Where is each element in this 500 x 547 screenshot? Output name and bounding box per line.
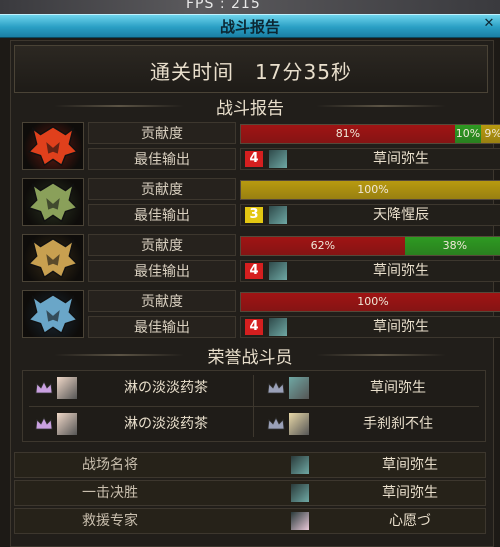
- avatar: [57, 377, 77, 399]
- award-row: 一击决胜 草间弥生: [14, 480, 486, 506]
- award-player-name: 草间弥生: [382, 457, 438, 473]
- best-output-label: 最佳输出: [88, 316, 236, 338]
- contribution-segment: 100%: [241, 181, 500, 199]
- award-label: 战场名将: [82, 457, 138, 473]
- best-output-label: 最佳输出: [88, 148, 236, 170]
- ornament-left: [54, 354, 184, 356]
- blue-horned-helmet-icon: [22, 290, 84, 338]
- report-row: 贡献度 81%10%9% 最佳输出 4 草间弥生: [22, 122, 500, 170]
- clear-time-box: 通关时间 17分35秒: [14, 45, 488, 93]
- honor-member: 淋の淡淡药茶: [23, 407, 253, 441]
- green-horned-helmet-icon: [22, 178, 84, 226]
- contribution-segment: 10%: [454, 125, 482, 143]
- best-output-name: 天降惺辰: [373, 207, 429, 223]
- avatar: [269, 262, 287, 280]
- fps-counter: FPS : 215: [186, 0, 261, 12]
- honor-member-name: 淋の淡淡药茶: [124, 380, 208, 396]
- window-title: 战斗报告: [219, 18, 280, 36]
- gold-horned-helmet-icon: [22, 234, 84, 282]
- crown-icon: [267, 381, 285, 394]
- section-title-report: 战斗报告: [216, 99, 284, 119]
- award-label: 一击决胜: [82, 485, 138, 501]
- avatar: [291, 484, 309, 502]
- award-row: 救援专家 心愿づ: [14, 508, 486, 534]
- contribution-label: 贡献度: [88, 122, 236, 144]
- best-output-name: 草间弥生: [373, 319, 429, 335]
- contribution-label: 贡献度: [88, 290, 236, 312]
- best-output-name: 草间弥生: [373, 263, 429, 279]
- section-title-honor: 荣誉战斗员: [207, 348, 293, 368]
- honor-member: 草间弥生: [255, 371, 485, 405]
- honor-list: 淋の淡淡药茶 草间弥生 淋の淡淡药茶 手刹刹不住: [22, 370, 486, 442]
- crown-icon: [35, 381, 53, 394]
- best-output-label: 最佳输出: [88, 204, 236, 226]
- avatar: [291, 512, 309, 530]
- contribution-segment: 100%: [241, 293, 500, 311]
- avatar: [57, 413, 77, 435]
- ornament-right: [316, 354, 446, 356]
- honor-member-name: 淋の淡淡药茶: [124, 416, 208, 432]
- avatar: [269, 150, 287, 168]
- rank-badge: 4: [245, 263, 263, 279]
- honor-member: 手刹刹不住: [255, 407, 485, 441]
- ornament-right: [316, 105, 446, 107]
- rank-badge: 3: [245, 207, 263, 223]
- contribution-segment: 38%: [404, 237, 500, 255]
- clear-time: 通关时间 17分35秒: [150, 60, 352, 84]
- contribution-segment: 81%: [241, 125, 455, 143]
- contribution-segment: 9%: [481, 125, 500, 143]
- report-row: 贡献度 100% 最佳输出 4 草间弥生: [22, 290, 500, 338]
- award-player-name: 心愿づ: [389, 513, 431, 529]
- award-player-name: 草间弥生: [382, 485, 438, 501]
- crown-icon: [35, 417, 53, 430]
- red-flame-helmet-icon: [22, 122, 84, 170]
- best-output: 4 草间弥生: [240, 316, 500, 338]
- close-icon[interactable]: ✕: [482, 17, 496, 31]
- avatar: [269, 206, 287, 224]
- best-output-name: 草间弥生: [373, 151, 429, 167]
- contribution-segment: 62%: [241, 237, 405, 255]
- section-header-honor: 荣誉战斗员: [14, 343, 486, 368]
- avatar: [291, 456, 309, 474]
- rank-badge: 4: [245, 319, 263, 335]
- section-header-report: 战斗报告: [14, 94, 486, 119]
- contribution-bar: 100%: [240, 292, 500, 312]
- contribution-bar: 81%10%9%: [240, 124, 500, 144]
- contribution-bar: 100%: [240, 180, 500, 200]
- contribution-label: 贡献度: [88, 178, 236, 200]
- window-title-bar[interactable]: 战斗报告 ✕: [0, 14, 500, 38]
- best-output-label: 最佳输出: [88, 260, 236, 282]
- report-row: 贡献度 62% 38% 最佳输出 4 草间弥生: [22, 234, 500, 282]
- crown-icon: [267, 417, 285, 430]
- rank-badge: 4: [245, 151, 263, 167]
- award-row: 战场名将 草间弥生: [14, 452, 486, 478]
- ornament-left: [54, 105, 184, 107]
- contribution-bar: 62% 38%: [240, 236, 500, 256]
- award-label: 救援专家: [82, 513, 138, 529]
- honor-member-name: 草间弥生: [370, 380, 426, 396]
- avatar: [269, 318, 287, 336]
- report-row: 贡献度 100% 最佳输出 3 天降惺辰: [22, 178, 500, 226]
- avatar: [289, 413, 309, 435]
- best-output: 4 草间弥生: [240, 260, 500, 282]
- avatar: [289, 377, 309, 399]
- honor-member-name: 手刹刹不住: [363, 416, 433, 432]
- best-output: 3 天降惺辰: [240, 204, 500, 226]
- honor-member: 淋の淡淡药茶: [23, 371, 253, 405]
- contribution-label: 贡献度: [88, 234, 236, 256]
- best-output: 4 草间弥生: [240, 148, 500, 170]
